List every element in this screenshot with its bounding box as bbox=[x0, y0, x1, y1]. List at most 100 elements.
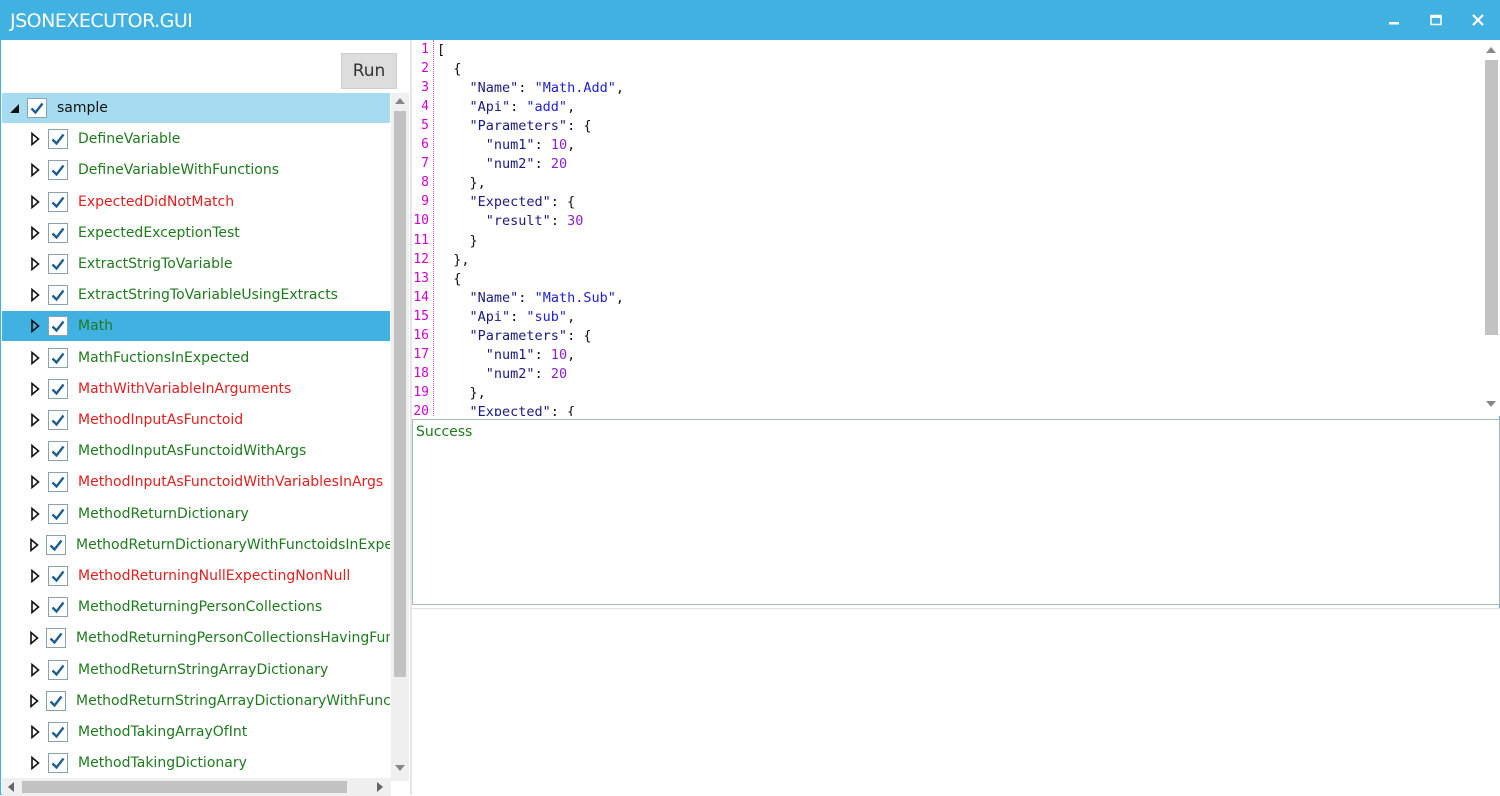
checkbox-checked-icon[interactable] bbox=[48, 254, 68, 274]
editor-vertical-scrollbar[interactable] bbox=[1482, 40, 1500, 416]
tree-item-label: MethodTakingArrayOfInt bbox=[78, 724, 248, 740]
tree-item[interactable]: MethodReturnDictionaryWithFunctoidsInExp… bbox=[2, 530, 390, 560]
tree-item[interactable]: ExpectedDidNotMatch bbox=[2, 187, 390, 217]
collapsed-triangle-icon[interactable] bbox=[29, 195, 41, 209]
tree-item[interactable]: MethodReturnStringArrayDictionaryWithFun… bbox=[2, 686, 390, 716]
checkbox-checked-icon[interactable] bbox=[48, 597, 68, 617]
json-editor[interactable]: 1 2 3 4 5 6 7 8 9 10 11 12 13 14 15 16 17 18 19 20 [ { "Nam… bbox=[412, 40, 1500, 416]
tree-item-label: ExtractStringToVariableUsingExtracts bbox=[78, 287, 338, 303]
checkbox-checked-icon[interactable] bbox=[48, 566, 68, 586]
scroll-down-arrow-icon[interactable] bbox=[1485, 399, 1497, 409]
expanded-triangle-icon[interactable] bbox=[8, 101, 20, 115]
collapsed-triangle-icon[interactable] bbox=[29, 600, 41, 614]
tree-item[interactable]: MethodTakingDictionary bbox=[2, 748, 390, 778]
checkbox-checked-icon[interactable] bbox=[27, 98, 47, 118]
code-line: "Name": "Math.Sub", bbox=[469, 290, 624, 306]
collapsed-triangle-icon[interactable] bbox=[29, 756, 41, 770]
checkbox-checked-icon[interactable] bbox=[48, 660, 68, 680]
tree-item[interactable]: ExpectedExceptionTest bbox=[2, 218, 390, 248]
collapsed-triangle-icon[interactable] bbox=[29, 382, 41, 396]
tree-horizontal-scrollbar[interactable] bbox=[2, 778, 391, 796]
scroll-left-arrow-icon[interactable] bbox=[6, 781, 16, 793]
tree-item[interactable]: DefineVariableWithFunctions bbox=[2, 155, 390, 185]
tree-item[interactable]: MethodInputAsFunctoidWithVariablesInArgs bbox=[2, 467, 390, 497]
tree-vertical-scrollbar[interactable] bbox=[391, 93, 409, 781]
line-number: 4 bbox=[421, 99, 429, 114]
tree-item[interactable]: MathFuctionsInExpected bbox=[2, 343, 390, 373]
tree-root-sample[interactable]: sample bbox=[2, 93, 390, 123]
tree-item[interactable]: MethodInputAsFunctoid bbox=[2, 405, 390, 435]
collapsed-triangle-icon[interactable] bbox=[29, 132, 41, 146]
tree-item-label: DefineVariable bbox=[78, 131, 181, 147]
tree-item[interactable]: MethodReturningNullExpectingNonNull bbox=[2, 561, 390, 591]
scroll-up-arrow-icon[interactable] bbox=[394, 96, 406, 106]
collapsed-triangle-icon[interactable] bbox=[29, 226, 41, 240]
tree-item[interactable]: MethodInputAsFunctoidWithArgs bbox=[2, 436, 390, 466]
checkbox-checked-icon[interactable] bbox=[48, 192, 68, 212]
code-line: "num1": 10, bbox=[485, 347, 576, 363]
scroll-right-arrow-icon[interactable] bbox=[375, 781, 385, 793]
scroll-down-arrow-icon[interactable] bbox=[394, 763, 406, 773]
checkbox-checked-icon[interactable] bbox=[48, 129, 68, 149]
tree-horizontal-scroll-thumb[interactable] bbox=[22, 781, 347, 793]
collapsed-triangle-icon[interactable] bbox=[29, 507, 41, 521]
collapsed-triangle-icon[interactable] bbox=[29, 413, 41, 427]
tree-item[interactable]: DefineVariable bbox=[2, 124, 390, 154]
maximize-icon[interactable] bbox=[1421, 7, 1451, 33]
run-button[interactable]: Run bbox=[341, 53, 397, 89]
tree-item-label: MethodReturnStringArrayDictionary bbox=[78, 662, 329, 678]
json-code-area[interactable]: [ { "Name": "Math.Add", "Api": "add", "P… bbox=[437, 40, 1482, 416]
collapsed-triangle-icon[interactable] bbox=[29, 538, 39, 552]
checkbox-checked-icon[interactable] bbox=[46, 691, 66, 711]
checkbox-checked-icon[interactable] bbox=[48, 348, 68, 368]
checkbox-checked-icon[interactable] bbox=[48, 379, 68, 399]
tree-item[interactable]: MethodReturnStringArrayDictionary bbox=[2, 655, 390, 685]
collapsed-triangle-icon[interactable] bbox=[29, 475, 41, 489]
editor-vertical-scroll-thumb[interactable] bbox=[1485, 60, 1498, 335]
tree-item[interactable]: MethodReturningPersonCollectionsHavingFu… bbox=[2, 623, 390, 653]
collapsed-triangle-icon[interactable] bbox=[29, 351, 41, 365]
line-number: 8 bbox=[421, 175, 429, 190]
checkbox-checked-icon[interactable] bbox=[48, 285, 68, 305]
checkbox-checked-icon[interactable] bbox=[48, 160, 68, 180]
line-number: 3 bbox=[421, 80, 429, 95]
collapsed-triangle-icon[interactable] bbox=[29, 257, 41, 271]
tree-item[interactable]: MethodReturnDictionary bbox=[2, 499, 390, 529]
tree-item[interactable]: Math bbox=[2, 311, 390, 341]
checkbox-checked-icon[interactable] bbox=[48, 753, 68, 773]
tree-item[interactable]: MathWithVariableInArguments bbox=[2, 374, 390, 404]
tree-vertical-scroll-thumb[interactable] bbox=[394, 111, 406, 677]
collapsed-triangle-icon[interactable] bbox=[29, 163, 41, 177]
tree-item[interactable]: MethodTakingArrayOfInt bbox=[2, 717, 390, 747]
collapsed-triangle-icon[interactable] bbox=[29, 631, 39, 645]
line-number: 19 bbox=[413, 385, 429, 400]
tree-item[interactable]: MethodReturningPersonCollections bbox=[2, 592, 390, 622]
collapsed-triangle-icon[interactable] bbox=[29, 288, 41, 302]
checkbox-checked-icon[interactable] bbox=[46, 628, 66, 648]
code-line: }, bbox=[437, 252, 470, 268]
tree-item[interactable]: ExtractStrigToVariable bbox=[2, 249, 390, 279]
tree-item[interactable]: ExtractStringToVariableUsingExtracts bbox=[2, 280, 390, 310]
collapsed-triangle-icon[interactable] bbox=[29, 444, 41, 458]
checkbox-checked-icon[interactable] bbox=[48, 441, 68, 461]
checkbox-checked-icon[interactable] bbox=[48, 504, 68, 524]
checkbox-checked-icon[interactable] bbox=[48, 410, 68, 430]
result-output-panel: Success bbox=[412, 419, 1500, 605]
collapsed-triangle-icon[interactable] bbox=[29, 694, 39, 708]
result-status-text: Success bbox=[416, 424, 473, 440]
close-icon[interactable] bbox=[1463, 7, 1493, 33]
scroll-up-arrow-icon[interactable] bbox=[1485, 45, 1497, 55]
line-number: 17 bbox=[413, 347, 429, 362]
title-bar[interactable]: JSONEXECUTOR.GUI bbox=[1, 1, 1499, 40]
tree-item-label: MethodReturningPersonCollections bbox=[78, 599, 323, 615]
collapsed-triangle-icon[interactable] bbox=[29, 725, 41, 739]
checkbox-checked-icon[interactable] bbox=[46, 535, 66, 555]
minimize-icon[interactable] bbox=[1379, 7, 1409, 33]
checkbox-checked-icon[interactable] bbox=[48, 316, 68, 336]
collapsed-triangle-icon[interactable] bbox=[29, 663, 41, 677]
checkbox-checked-icon[interactable] bbox=[48, 472, 68, 492]
collapsed-triangle-icon[interactable] bbox=[29, 569, 41, 583]
collapsed-triangle-icon[interactable] bbox=[29, 319, 41, 333]
checkbox-checked-icon[interactable] bbox=[48, 722, 68, 742]
checkbox-checked-icon[interactable] bbox=[48, 223, 68, 243]
